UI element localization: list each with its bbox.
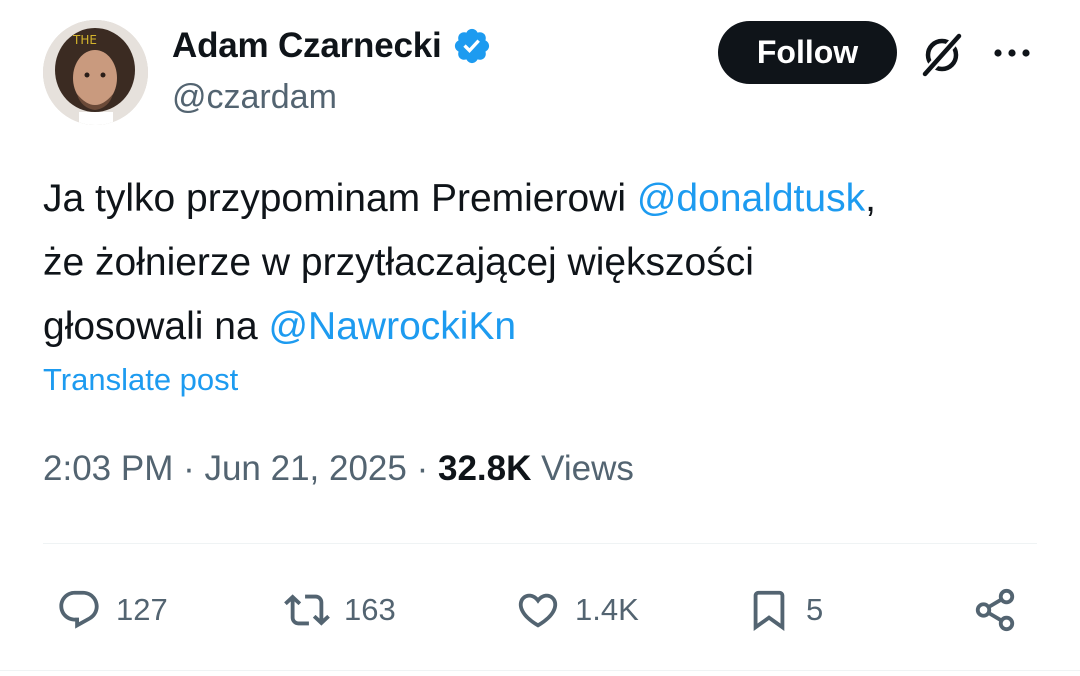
author-name-row: Adam Czarnecki	[172, 24, 492, 68]
repost-button[interactable]: 163	[284, 580, 396, 640]
tweet-date[interactable]: Jun 21, 2025	[204, 449, 406, 488]
bottom-divider	[0, 670, 1080, 671]
avatar[interactable]: THE	[43, 20, 148, 125]
mention-link-donaldtusk[interactable]: @donaldtusk	[637, 177, 865, 220]
reply-button[interactable]: 127	[56, 580, 168, 640]
tweet-text-line-2: że żołnierze w przytłaczającej większośc…	[43, 241, 754, 284]
tweet-text-line-3: głosowali na @NawrockiKn	[43, 305, 517, 348]
share-icon	[975, 588, 1015, 632]
like-button[interactable]: 1.4K	[515, 580, 639, 640]
author-display-name[interactable]: Adam Czarnecki	[172, 26, 442, 66]
reply-count: 127	[116, 592, 168, 627]
avatar-image: THE	[43, 20, 148, 125]
share-button[interactable]	[972, 580, 1018, 640]
more-options-icon[interactable]	[990, 38, 1034, 68]
bookmark-button[interactable]: 5	[746, 580, 823, 640]
views-label: Views	[531, 449, 634, 488]
like-count: 1.4K	[575, 592, 639, 627]
tweet-meta: 2:03 PM · Jun 21, 2025 · 32.8K Views	[43, 449, 634, 488]
repost-icon	[284, 594, 330, 626]
tweet-card: THE Adam Czarnecki @czardam Follow Ja ty…	[0, 0, 1080, 676]
grok-icon[interactable]	[918, 31, 966, 79]
divider	[43, 543, 1037, 544]
tweet-time[interactable]: 2:03 PM	[43, 449, 173, 488]
bookmark-count: 5	[806, 592, 824, 627]
views-count: 32.8K	[437, 449, 532, 488]
follow-button[interactable]: Follow	[718, 21, 897, 84]
heart-icon	[518, 593, 558, 628]
bookmark-icon	[753, 590, 785, 631]
verified-badge-icon[interactable]	[452, 26, 492, 66]
svg-text:THE: THE	[72, 33, 97, 47]
author-handle[interactable]: @czardam	[172, 78, 337, 117]
action-bar: 127 163 1.4K 5	[0, 580, 1080, 640]
tweet-text: Ja tylko przypominam Premierowi @donaldt…	[43, 167, 1043, 359]
mention-link-nawrockikn[interactable]: @NawrockiKn	[268, 305, 516, 348]
reply-icon	[59, 590, 99, 629]
tweet-text-line-1: Ja tylko przypominam Premierowi @donaldt…	[43, 177, 876, 220]
repost-count: 163	[344, 592, 396, 627]
translate-post-link[interactable]: Translate post	[43, 362, 238, 398]
